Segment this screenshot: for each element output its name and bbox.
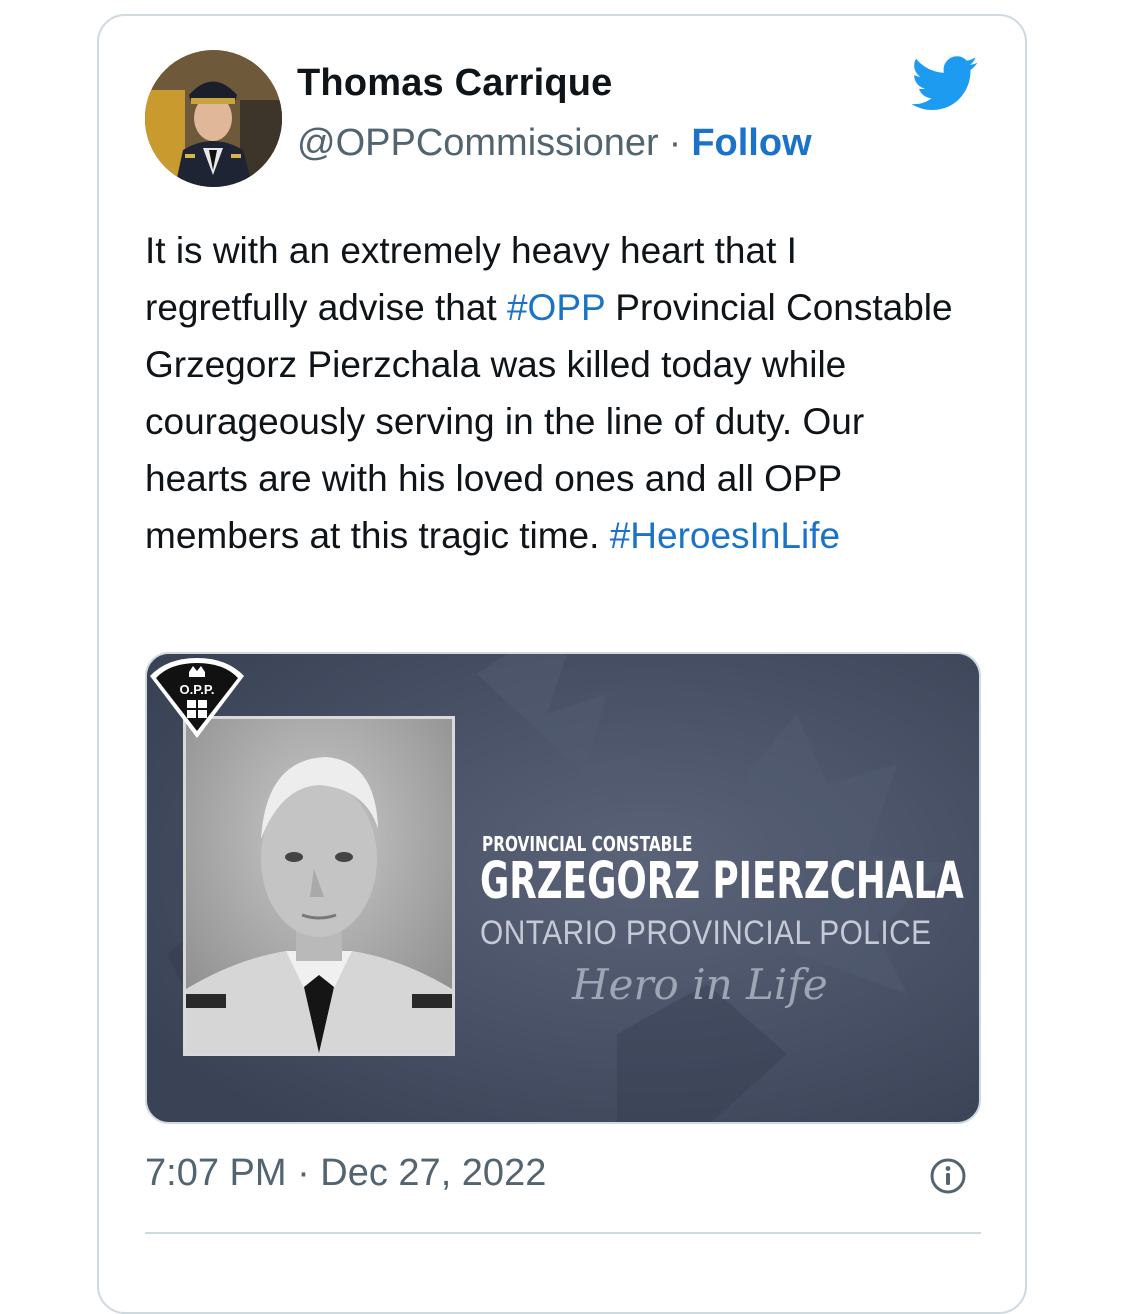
tweet-text: It is with an extremely heavy heart that… xyxy=(145,222,965,564)
follow-button[interactable]: Follow xyxy=(691,122,811,164)
author-handle[interactable]: @OPPCommissioner xyxy=(297,122,659,164)
police-force-name: ONTARIO PROVINCIAL POLICE xyxy=(480,914,932,952)
author-avatar[interactable] xyxy=(145,50,282,187)
tweet-media-image[interactable]: O.P.P. PROVINCIAL CONSTABLE GRZEGORZ PIE… xyxy=(145,652,981,1124)
hashtag-opp[interactable]: #OPP xyxy=(507,287,605,328)
officer-portrait xyxy=(183,716,455,1056)
tweet-timestamp[interactable]: 7:07 PM · Dec 27, 2022 xyxy=(145,1152,546,1195)
author-name[interactable]: Thomas Carrique xyxy=(297,62,613,105)
opp-badge-icon: O.P.P. xyxy=(150,658,244,738)
info-icon[interactable] xyxy=(929,1157,967,1195)
author-handle-row: @OPPCommissioner · Follow xyxy=(297,122,812,165)
memorial-motto: Hero in Life xyxy=(572,960,828,1009)
separator-dot: · xyxy=(668,122,682,164)
twitter-bird-icon[interactable] xyxy=(911,56,979,112)
officer-name: GRZEGORZ PIERZCHALA xyxy=(480,852,964,911)
hashtag-heroesinlife[interactable]: #HeroesInLife xyxy=(610,515,840,556)
badge-label: O.P.P. xyxy=(180,682,215,697)
divider xyxy=(145,1232,981,1234)
